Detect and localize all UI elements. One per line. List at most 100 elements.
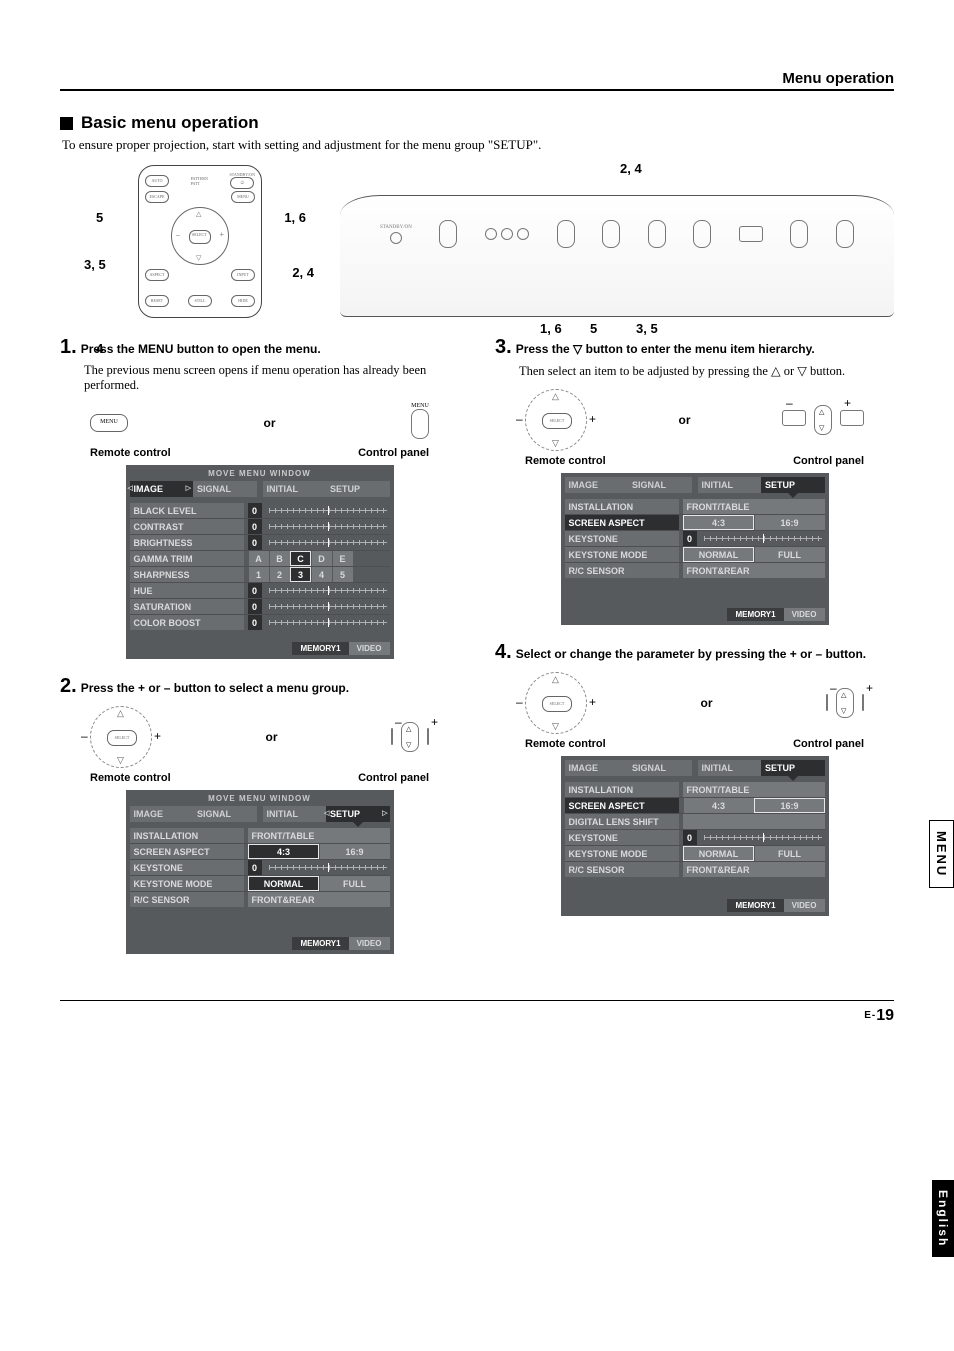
slider-icon — [704, 835, 822, 840]
panel-btn — [739, 226, 763, 242]
menu-row-label: HUE — [130, 583, 244, 598]
panel-label: Control panel — [793, 455, 864, 467]
menu-row: INSTALLATION FRONT/TABLE — [130, 828, 390, 843]
slider-icon — [269, 508, 387, 513]
menu-row: GAMMA TRIMABCDE — [130, 550, 390, 566]
menu-row-options: 4:316:9 — [248, 844, 390, 859]
menu-option: 3 — [290, 567, 311, 582]
section-header: Menu operation — [60, 70, 894, 91]
panel-plus-minus-icon: – △▽ + — [391, 722, 429, 752]
menu-row-label: INSTALLATION — [130, 828, 244, 843]
step-title: Press the + or – button to select a menu… — [81, 681, 349, 695]
footer-video: VIDEO — [349, 642, 390, 655]
panel-led-icon — [517, 228, 529, 240]
tab-image: IMAGE — [130, 806, 194, 822]
panel-callout-top: 2, 4 — [620, 161, 642, 176]
menu-row-label: SCREEN ASPECT — [565, 798, 679, 813]
menu-row-options: ABCDE — [248, 551, 390, 566]
menu-window-image: MOVE MENU WINDOW IMAGE SIGNAL INITIAL SE… — [126, 465, 394, 659]
panel-btn — [836, 220, 854, 248]
step-head: 3. Press the ▽ button to enter the menu … — [495, 336, 894, 359]
menu-row: SHARPNESS 12345 — [130, 566, 390, 582]
menu-option: B — [269, 551, 290, 566]
menu-option: E — [332, 551, 353, 566]
menu-option: A — [248, 551, 269, 566]
menu-option: 4:3 — [248, 844, 319, 859]
slider-icon — [269, 604, 387, 609]
remote-label: Remote control — [90, 447, 171, 459]
escape-button: ESCAPE — [145, 191, 169, 203]
menu-row-value: 0 — [683, 531, 697, 546]
page-title: Basic menu operation — [81, 113, 259, 133]
menu-option: 4:3 — [683, 798, 754, 813]
panel-label: Control panel — [793, 738, 864, 750]
tab-setup: SETUP — [761, 760, 825, 776]
menu-row-label: SHARPNESS — [130, 567, 244, 582]
panel-btn — [557, 220, 575, 248]
nav-dpad: △ ▽ – + SELECT — [171, 207, 229, 265]
menu-row-label: KEYSTONE — [565, 830, 679, 845]
panel-callout-1-6: 1, 6 — [540, 321, 562, 336]
menu-row-label: R/C SENSOR — [565, 563, 679, 578]
menu-option: 4 — [311, 567, 332, 582]
menu-row: SCREEN ASPECT 4:316:9 — [565, 797, 825, 813]
menu-option: FULL — [754, 547, 825, 562]
menu-row-text: FRONT/TABLE — [248, 828, 390, 843]
footer-video: VIDEO — [784, 608, 825, 621]
menu-row-text: FRONT&REAR — [683, 862, 825, 877]
menu-option: 16:9 — [754, 515, 825, 530]
panel-btn — [693, 220, 711, 248]
page-title-row: Basic menu operation — [60, 113, 894, 133]
panel-btn — [602, 220, 620, 248]
menu-row-value: 0 — [248, 519, 262, 534]
menu-row: R/C SENSORFRONT&REAR — [565, 861, 825, 877]
menu-row: KEYSTONE MODENORMALFULL — [565, 546, 825, 562]
aspect-button: ASPECT — [145, 269, 169, 281]
menu-option: C — [290, 551, 311, 566]
menu-row-label: SATURATION — [130, 599, 244, 614]
menu-row-text: FRONT&REAR — [683, 563, 825, 578]
menu-row: R/C SENSORFRONT&REAR — [130, 891, 390, 907]
remote-diagram: AUTO PATTERNPATT STANDBY/ON ⏻ ESCAPE MEN… — [100, 165, 300, 318]
panel-btn — [439, 220, 457, 248]
tab-signal: SIGNAL — [193, 806, 257, 822]
menu-row: INSTALLATIONFRONT/TABLE — [565, 782, 825, 797]
menu-row-label: COLOR BOOST — [130, 615, 244, 630]
tab-setup: SETUP — [761, 477, 825, 493]
menu-row: KEYSTONE MODENORMALFULL — [130, 875, 390, 891]
menu-row-label: SCREEN ASPECT — [130, 844, 244, 859]
or-label: or — [266, 730, 278, 744]
menu-row-options: NORMALFULL — [683, 846, 825, 861]
slider-icon — [269, 620, 387, 625]
step-number: 3. — [495, 336, 512, 359]
menu-row-label: BRIGHTNESS — [130, 535, 244, 550]
panel-btn — [790, 220, 808, 248]
menu-row-options: 4:316:9 — [683, 515, 825, 530]
menu-option: NORMAL — [683, 547, 754, 562]
menu-option: 1 — [248, 567, 269, 582]
menu-option: 16:9 — [754, 798, 825, 813]
menu-window-setup: IMAGE SIGNAL INITIAL SETUP INSTALLATIONF… — [561, 473, 829, 625]
tab-initial: INITIAL — [263, 481, 327, 497]
menu-row-label: KEYSTONE — [130, 860, 244, 875]
menu-row-value: 0 — [248, 583, 262, 598]
footer-memory: MEMORY1 — [292, 642, 348, 655]
menu-option: 2 — [269, 567, 290, 582]
menu-row-options: 12345 — [248, 567, 390, 582]
menu-row: BLACK LEVEL0 — [130, 503, 390, 518]
step-title: Press the ▽ button to enter the menu ite… — [516, 342, 815, 356]
menu-option: FULL — [754, 846, 825, 861]
nav-circle-icon: SELECT △ ▽ – + — [525, 389, 587, 451]
remote-label: Remote control — [525, 738, 606, 750]
tab-setup: SETUP — [326, 481, 390, 497]
menu-row: INSTALLATIONFRONT/TABLE — [565, 499, 825, 514]
reset-button: RESET — [145, 295, 169, 307]
remote-label: Remote control — [525, 455, 606, 467]
or-label: or — [264, 416, 276, 430]
tab-signal: SIGNAL — [193, 481, 257, 497]
page-prefix: E- — [864, 1010, 876, 1021]
auto-button: AUTO — [145, 175, 169, 187]
menu-option: NORMAL — [683, 846, 754, 861]
menu-row-label: BLACK LEVEL — [130, 503, 244, 518]
slider-icon — [269, 865, 387, 870]
